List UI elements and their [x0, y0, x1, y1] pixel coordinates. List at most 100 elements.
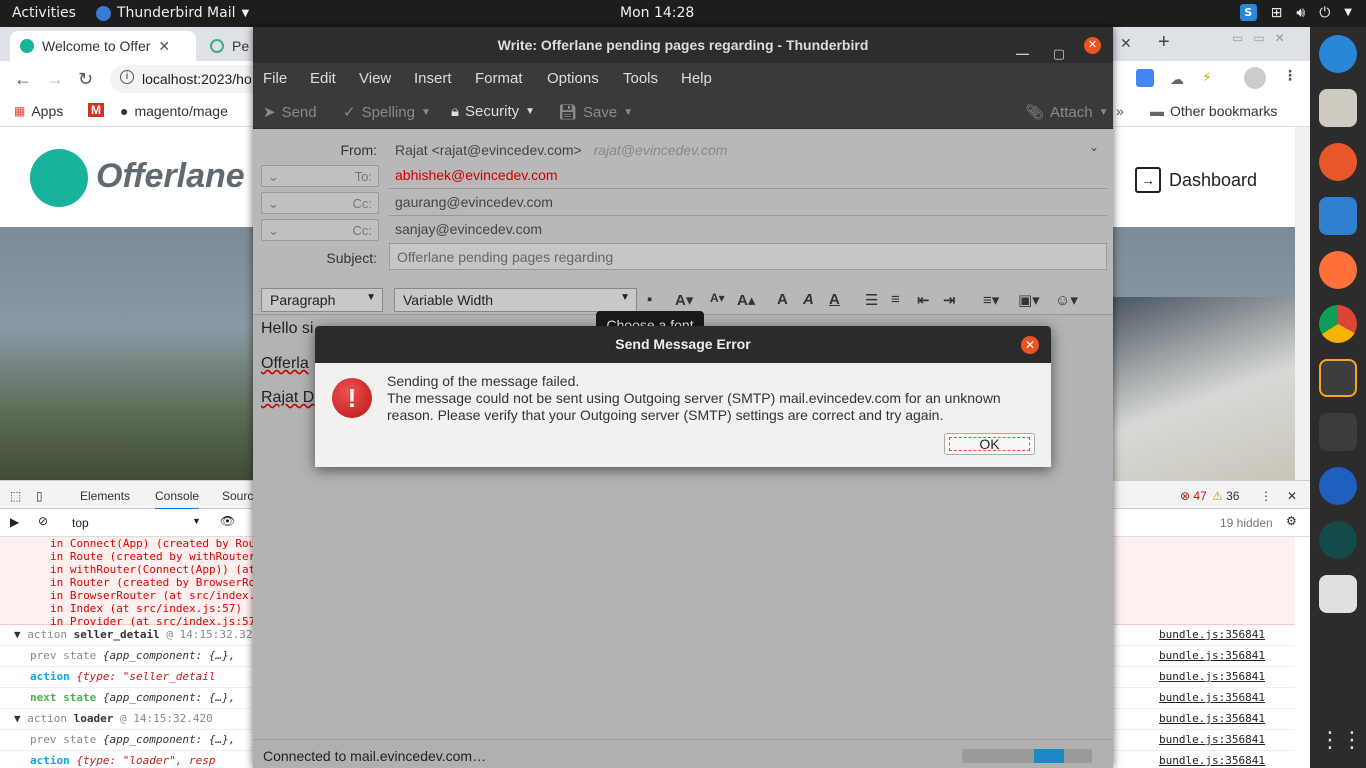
bold-icon[interactable]: A — [777, 291, 788, 308]
send-button[interactable]: ➤ Send — [263, 103, 317, 122]
font-select[interactable]: Variable Width ▼ — [394, 288, 637, 312]
device-toggle-icon[interactable]: ▯ — [36, 489, 43, 503]
recipient-type-select[interactable]: ⌄ To: — [261, 165, 379, 187]
warning-count-badge[interactable]: ⚠ 36 — [1212, 489, 1239, 503]
smaller-text-icon[interactable]: A▾ — [710, 291, 725, 305]
chevron-down-icon[interactable]: ⌄ — [1089, 140, 1099, 154]
power-icon[interactable]: ⏻ — [1319, 5, 1330, 21]
bullet-list-icon[interactable]: ☰ — [865, 291, 878, 309]
chevron-down-icon[interactable]: ▼ — [623, 107, 633, 118]
recipient-type-select[interactable]: ⌄ Cc: — [261, 192, 379, 214]
menu-insert[interactable]: Insert — [414, 70, 452, 87]
browser-tab-welcome[interactable]: Welcome to Offer ✕ — [10, 31, 196, 61]
close-icon[interactable]: ✕ — [1287, 489, 1297, 503]
menu-format[interactable]: Format — [475, 70, 523, 87]
tab-console[interactable]: Console — [155, 489, 200, 510]
window-controls[interactable]: ▭▭✕ — [1232, 31, 1295, 45]
spelling-button[interactable]: ✓ Spelling ▼ — [343, 103, 431, 122]
chevron-down-icon[interactable]: ▼ — [525, 106, 535, 117]
close-icon[interactable]: ✕ — [1120, 35, 1132, 52]
indent-icon[interactable]: ⇥ — [943, 291, 956, 309]
sublime-text-icon[interactable] — [1319, 359, 1357, 397]
files-icon[interactable] — [1319, 89, 1357, 127]
network-icon[interactable]: ⊞ — [1271, 5, 1283, 21]
menu-tools[interactable]: Tools — [623, 70, 658, 87]
emoji-icon[interactable]: ☺▾ — [1055, 291, 1078, 309]
page-scrollbar[interactable] — [1295, 127, 1310, 480]
extension-icon[interactable]: ⚡ — [1202, 69, 1212, 86]
source-link[interactable]: bundle.js:356841 — [1159, 730, 1265, 750]
skype-tray-icon[interactable]: S — [1239, 4, 1257, 21]
browser-tab-pe[interactable]: Pe — [200, 31, 260, 61]
to-field[interactable]: abhishek@evincedev.com — [395, 167, 558, 183]
settings-gear-icon[interactable]: ⚙ — [1286, 514, 1297, 528]
from-field[interactable]: Rajat <rajat@evincedev.com> rajat@evince… — [395, 142, 727, 158]
attach-button[interactable]: 📎︎ Attach ▼ — [1025, 103, 1109, 122]
font-size-icon[interactable]: A▾ — [675, 291, 693, 309]
eye-icon[interactable]: 👁︎ — [220, 514, 235, 528]
system-tray[interactable]: S ⊞ 🔊︎ ⏻ ▼ — [1239, 4, 1352, 21]
profile-avatar[interactable] — [1244, 67, 1266, 89]
bookmarks-overflow-icon[interactable]: » — [1116, 103, 1124, 119]
gitkraken-icon[interactable] — [1319, 521, 1357, 559]
larger-text-icon[interactable]: A▴ — [737, 291, 755, 309]
source-link[interactable]: bundle.js:356841 — [1159, 751, 1265, 768]
tab-sources[interactable]: Sourc — [222, 489, 253, 503]
translate-icon[interactable] — [1136, 69, 1154, 87]
clock[interactable]: Mon 14:28 — [620, 5, 694, 21]
close-icon[interactable]: ✕ — [1021, 336, 1039, 354]
menu-view[interactable]: View — [359, 70, 391, 87]
expand-arrow-icon[interactable]: ▼ — [14, 628, 21, 641]
bookmark-gmail[interactable]: M — [88, 103, 104, 117]
inspect-element-icon[interactable]: ⬚ — [10, 489, 21, 503]
security-button[interactable]: 🔒︎ Security ▼ — [451, 103, 535, 120]
chrome-icon[interactable] — [1319, 305, 1357, 343]
numbered-list-icon[interactable]: ≡ — [891, 291, 900, 308]
app-menu[interactable]: Thunderbird Mail ▼ — [96, 5, 249, 21]
menu-file[interactable]: File — [263, 70, 287, 87]
activities-button[interactable]: Activities — [12, 5, 76, 21]
bookmark-magento[interactable]: ● magento/mage — [120, 103, 228, 119]
thunderbird-icon[interactable] — [1319, 467, 1357, 505]
menu-help[interactable]: Help — [681, 70, 712, 87]
firefox-icon[interactable] — [1319, 251, 1357, 289]
bookmark-other[interactable]: ▬ Other bookmarks — [1150, 103, 1277, 119]
dashboard-link[interactable]: → Dashboard — [1135, 167, 1257, 193]
subject-input[interactable]: Offerlane pending pages regarding — [389, 243, 1107, 270]
text-color-icon[interactable]: ▪ — [647, 291, 652, 308]
source-link[interactable]: bundle.js:356841 — [1159, 625, 1265, 645]
source-link[interactable]: bundle.js:356841 — [1159, 667, 1265, 687]
menu-options[interactable]: Options — [547, 70, 599, 87]
outdent-icon[interactable]: ⇤ — [917, 291, 930, 309]
reload-icon[interactable]: ↻ — [78, 69, 93, 90]
insert-image-icon[interactable]: ▣▾ — [1018, 291, 1040, 309]
cc-field[interactable]: sanjay@evincedev.com — [395, 221, 542, 237]
save-button[interactable]: 💾︎ Save ▼ — [558, 103, 633, 122]
devtools-menu-icon[interactable]: ⋮ — [1260, 489, 1272, 503]
cc-field[interactable]: gaurang@evincedev.com — [395, 194, 553, 210]
vscode-icon[interactable] — [1319, 197, 1357, 235]
chevron-down-icon[interactable]: ▼ — [421, 107, 431, 118]
menu-edit[interactable]: Edit — [310, 70, 336, 87]
align-icon[interactable]: ≡▾ — [983, 291, 999, 309]
italic-icon[interactable]: A — [803, 291, 814, 308]
volume-icon[interactable]: 🔊︎ — [1296, 5, 1305, 21]
close-icon[interactable]: ✕ — [1084, 37, 1101, 54]
error-count-badge[interactable]: ⊗ 47 — [1180, 489, 1207, 503]
more-menu-icon[interactable]: ⋮ — [1283, 67, 1297, 84]
underline-icon[interactable]: A — [829, 291, 840, 308]
show-apps-grid-icon[interactable]: ⋮⋮⋮ — [1319, 721, 1366, 759]
skype-icon[interactable] — [1319, 35, 1357, 73]
paragraph-format-select[interactable]: Paragraph ▼ — [261, 288, 383, 312]
expand-arrow-icon[interactable]: ▼ — [14, 712, 21, 725]
bookmark-apps[interactable]: ▦ Apps — [14, 103, 63, 119]
software-center-icon[interactable] — [1319, 575, 1357, 613]
postman-icon[interactable] — [1319, 143, 1357, 181]
new-tab-button[interactable]: + — [1158, 31, 1170, 54]
forward-arrow-icon[interactable]: → — [46, 69, 64, 90]
clear-console-icon[interactable]: ⊘ — [38, 514, 48, 528]
chevron-down-icon[interactable]: ▼ — [192, 516, 201, 526]
sidebar-toggle-icon[interactable]: ▶ — [10, 515, 19, 529]
chevron-down-icon[interactable]: ▼ — [1344, 7, 1352, 18]
chevron-down-icon[interactable]: ▼ — [1099, 107, 1109, 118]
